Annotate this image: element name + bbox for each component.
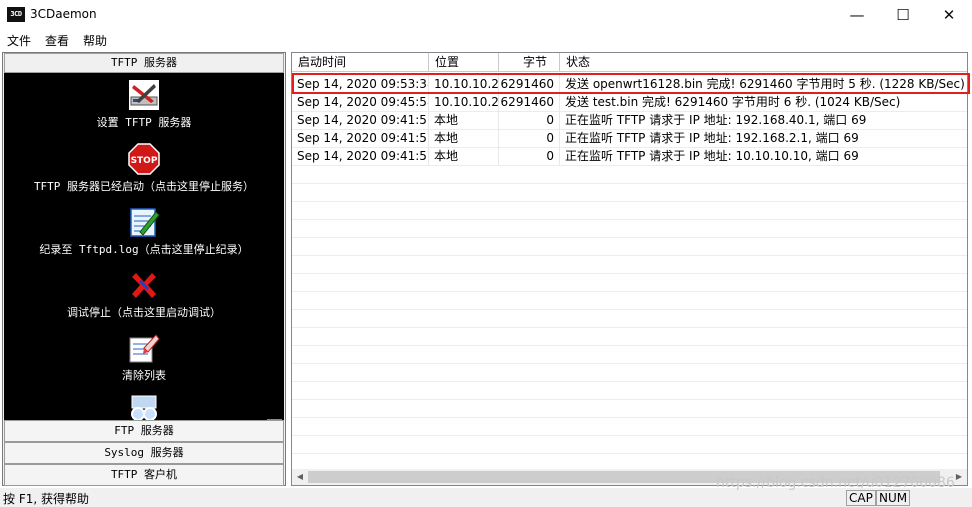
scroll-left-arrow-icon[interactable]: ◀ (292, 469, 308, 485)
transfer-log-table: 启动时间 位置 字节 状态 Sep 14, 2020 09:53:38 10.1… (291, 52, 970, 486)
cell-location: 10.10.10.2 (429, 93, 499, 111)
window-title: 3CDaemon (30, 7, 97, 21)
log-notepad-icon (130, 208, 160, 237)
num-indicator: NUM (876, 490, 911, 506)
row-divider (292, 219, 967, 220)
cell-location: 本地 (429, 129, 499, 147)
table-row[interactable]: Sep 14, 2020 09:41:57 本地 0 正在监听 TFTP 请求于… (292, 111, 967, 129)
cell-bytes: 0 (499, 147, 560, 165)
tftp-server-header[interactable]: TFTP 服务器 (4, 53, 284, 73)
menu-bar: 文件 查看 帮助 (0, 30, 972, 50)
cell-time: Sep 14, 2020 09:41:57 (292, 129, 429, 147)
close-button[interactable]: ✕ (926, 0, 972, 30)
tftp-settings-icon (129, 80, 159, 110)
column-header-start-time[interactable]: 启动时间 (292, 53, 429, 72)
clear-list-icon (129, 334, 160, 363)
ftp-server-tab[interactable]: FTP 服务器 (4, 420, 284, 442)
cell-location: 本地 (429, 147, 499, 165)
cell-bytes: 0 (499, 111, 560, 129)
row-divider (292, 309, 967, 310)
stop-server-label: TFTP 服务器已经启动（点击这里停止服务） (33, 180, 255, 193)
cell-location: 本地 (429, 111, 499, 129)
row-divider (292, 165, 967, 166)
row-divider (292, 417, 967, 418)
cell-time: Sep 14, 2020 09:45:58 (292, 93, 429, 111)
highlighted-row-outline (292, 73, 970, 94)
stop-server-action[interactable]: STOP TFTP 服务器已经启动（点击这里停止服务） (4, 143, 284, 194)
table-row[interactable]: Sep 14, 2020 09:41:57 本地 0 正在监听 TFTP 请求于… (292, 147, 967, 165)
tftp-actions-pane: 设置 TFTP 服务器 STOP TFTP 服务器已经启动（点击这里停止服务） … (4, 73, 284, 471)
column-header-bytes[interactable]: 字节 (499, 53, 560, 72)
menu-help[interactable]: 帮助 (83, 32, 107, 49)
row-divider (292, 273, 967, 274)
minimize-button[interactable]: — (834, 0, 880, 30)
menu-view[interactable]: 查看 (45, 32, 69, 49)
row-divider (292, 327, 967, 328)
column-header-location[interactable]: 位置 (429, 53, 499, 72)
setup-tftp-label: 设置 TFTP 服务器 (96, 116, 192, 129)
clear-list-action[interactable]: 清除列表 (4, 332, 284, 383)
cell-status: 发送 test.bin 完成! 6291460 字节用时 6 秒. (1024 … (565, 95, 901, 109)
cell-status: 正在监听 TFTP 请求于 IP 地址: 192.168.40.1, 端口 69 (565, 113, 867, 127)
row-divider (292, 291, 967, 292)
cell-bytes: 0 (499, 129, 560, 147)
service-panel: TFTP 服务器 设置 TFTP 服务器 STOP TFTP 服务器已经启动（点… (2, 52, 286, 486)
caps-indicator: CAP (846, 490, 876, 506)
table-row[interactable]: Sep 14, 2020 09:45:58 10.10.10.2 6291460… (292, 93, 967, 111)
setup-tftp-action[interactable]: 设置 TFTP 服务器 (4, 79, 284, 130)
row-divider (292, 453, 967, 454)
status-help-text: 按 F1, 获得帮助 (3, 492, 89, 506)
debug-x-icon (132, 273, 156, 298)
row-divider (292, 435, 967, 436)
log-toggle-label: 纪录至 Tftpd.log（点击这里停止纪录） (39, 243, 249, 256)
tftp-client-tab[interactable]: TFTP 客户机 (4, 464, 284, 486)
row-divider (292, 237, 967, 238)
debug-toggle-action[interactable]: 调试停止（点击这里启动调试） (4, 269, 284, 320)
table-row[interactable]: Sep 14, 2020 09:41:57 本地 0 正在监听 TFTP 请求于… (292, 129, 967, 147)
app-icon: 3CD (7, 7, 25, 22)
stop-sign-text: STOP (131, 156, 158, 166)
cell-status: 正在监听 TFTP 请求于 IP 地址: 192.168.2.1, 端口 69 (565, 131, 859, 145)
row-divider (292, 255, 967, 256)
row-divider (292, 363, 967, 364)
title-bar: 3CD 3CDaemon — ☐ ✕ (0, 0, 972, 30)
column-header-status[interactable]: 状态 (560, 53, 967, 72)
cell-status: 正在监听 TFTP 请求于 IP 地址: 10.10.10.10, 端口 69 (565, 149, 859, 163)
cell-time: Sep 14, 2020 09:41:57 (292, 147, 429, 165)
row-divider (292, 399, 967, 400)
menu-file[interactable]: 文件 (7, 32, 31, 49)
cell-bytes: 6291460 (499, 93, 560, 111)
watermark: https://blog.csdn.net/u012700086 (716, 475, 955, 491)
log-toggle-action[interactable]: 纪录至 Tftpd.log（点击这里停止纪录） (4, 206, 284, 257)
cell-time: Sep 14, 2020 09:41:57 (292, 111, 429, 129)
row-divider (292, 183, 967, 184)
row-divider (292, 345, 967, 346)
syslog-server-tab[interactable]: Syslog 服务器 (4, 442, 284, 464)
row-divider (292, 381, 967, 382)
clear-list-label: 清除列表 (122, 369, 166, 382)
row-divider (292, 201, 967, 202)
maximize-button[interactable]: ☐ (880, 0, 926, 30)
debug-toggle-label: 调试停止（点击这里启动调试） (67, 306, 221, 319)
stop-sign-icon: STOP (128, 143, 160, 175)
